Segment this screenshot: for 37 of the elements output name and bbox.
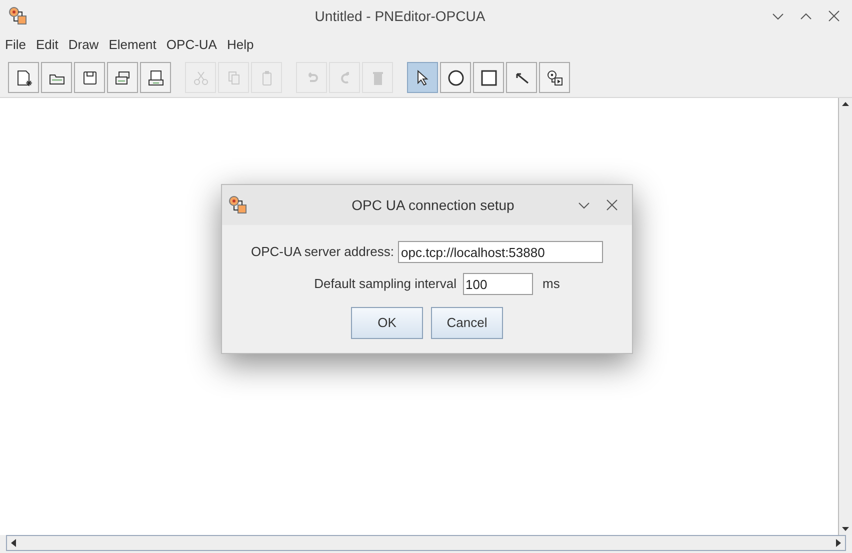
toolbar-button[interactable] [473,62,504,93]
dialog-title: OPC UA connection setup [352,196,514,215]
dialog-button[interactable]: Cancel [431,307,503,339]
toolbar-button[interactable] [140,62,171,93]
toolbar-button[interactable] [440,62,471,93]
floppy-disk-drive-icon [146,68,164,86]
sampling-interval-label: Default sampling interval [314,275,456,294]
close-icon[interactable] [828,10,840,22]
token-icon [546,68,564,86]
toolbar-button[interactable] [539,62,570,93]
close-icon[interactable] [606,199,618,211]
menu-item[interactable]: OPC-UA [166,35,217,55]
horizontal-scrollbar[interactable] [6,535,846,551]
dialog-logo-icon [228,195,248,215]
app-logo-icon [8,6,28,26]
unit-label: ms [542,275,560,294]
toolbar-button[interactable] [74,62,105,93]
toolbar-button[interactable] [407,62,438,93]
new-document-icon [14,68,32,86]
menu-item[interactable]: Help [226,35,254,55]
menu-item[interactable]: Element [108,35,156,55]
menu-item[interactable]: File [5,35,26,55]
toolbar-button[interactable] [506,62,537,93]
vertical-scrollbar[interactable] [838,98,852,535]
sampling-interval-field[interactable]: 100 [462,273,532,295]
square-icon [480,68,498,86]
dialog-button[interactable]: OK [351,307,423,339]
menu-item[interactable]: Draw [68,35,99,55]
menu-item[interactable]: Edit [36,35,58,55]
server-address-label: OPC-UA server address: [250,243,394,262]
toolbar-button[interactable] [8,62,39,93]
toolbar-button[interactable] [107,62,138,93]
window-title: Untitled - PNEditor-OPCUA [314,6,486,26]
toolbar-button[interactable] [41,62,72,93]
server-address-field[interactable]: opc.tcp://localhost:53880 [398,241,604,263]
circle-icon [446,68,464,86]
stacked-folders-icon [114,68,132,86]
